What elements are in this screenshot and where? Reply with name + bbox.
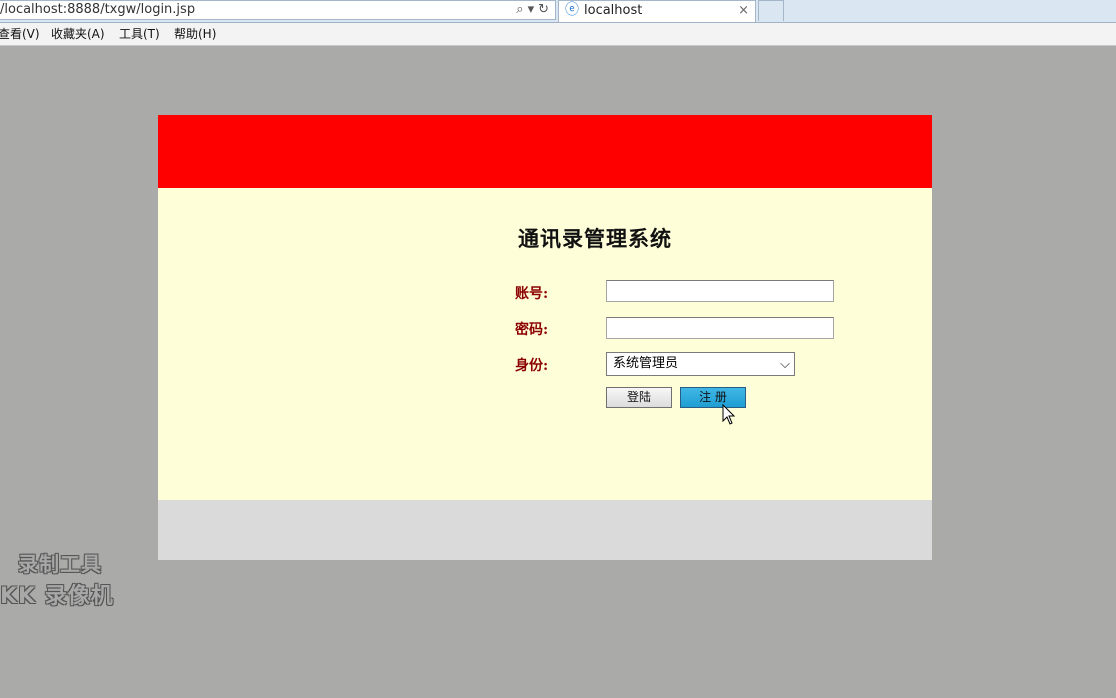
refresh-icon[interactable]: ↻ (538, 2, 549, 17)
watermark-line1: 录制工具 (18, 552, 102, 576)
url-field[interactable]: /localhost:8888/txgw/login.jsp ⌕ ▾ ↻ (0, 0, 556, 20)
account-label: 账号: (515, 286, 549, 302)
menu-help[interactable]: 帮助(H) (174, 23, 216, 45)
close-icon[interactable]: × (738, 1, 749, 21)
role-select[interactable]: 系统管理员 ⌵ (606, 352, 795, 376)
browser-address-bar: /localhost:8888/txgw/login.jsp ⌕ ▾ ↻ ⓔ loc… (0, 0, 1116, 23)
login-panel: 通讯录管理系统 账号: 密码: 身份: 系统管理员 ⌵ 登陆 注 册 (158, 115, 932, 560)
menu-tools[interactable]: 工具(T) (119, 23, 160, 45)
url-text: /localhost:8888/txgw/login.jsp (0, 2, 196, 17)
page-title: 通讯录管理系统 (518, 226, 672, 251)
menu-favorites[interactable]: 收藏夹(A) (51, 23, 105, 45)
account-input[interactable] (606, 280, 834, 302)
password-input[interactable] (606, 317, 834, 339)
ie-icon: ⓔ (565, 2, 579, 18)
watermark-line2: KK 录像机 (0, 584, 114, 609)
new-tab-button[interactable] (758, 0, 784, 21)
login-button[interactable]: 登陆 (606, 387, 672, 408)
mouse-cursor-icon (722, 404, 736, 425)
tab-title: localhost (584, 3, 643, 18)
search-icon[interactable]: ⌕ (516, 2, 523, 17)
register-button[interactable]: 注 册 (680, 387, 746, 408)
panel-header-banner (158, 115, 932, 188)
role-label: 身份: (515, 358, 549, 374)
panel-footer (158, 500, 932, 560)
menu-bar: 查看(V) 收藏夹(A) 工具(T) 帮助(H) (0, 23, 1116, 46)
dropdown-icon[interactable]: ▾ (528, 2, 535, 17)
recorder-watermark: 录制工具 KK 录像机 (0, 548, 140, 612)
menu-view[interactable]: 查看(V) (0, 23, 40, 45)
password-label: 密码: (515, 322, 549, 338)
browser-tab[interactable]: ⓔ localhost × (558, 0, 756, 22)
role-selected-value: 系统管理员 (613, 356, 679, 371)
chevron-down-icon: ⌵ (780, 357, 790, 372)
